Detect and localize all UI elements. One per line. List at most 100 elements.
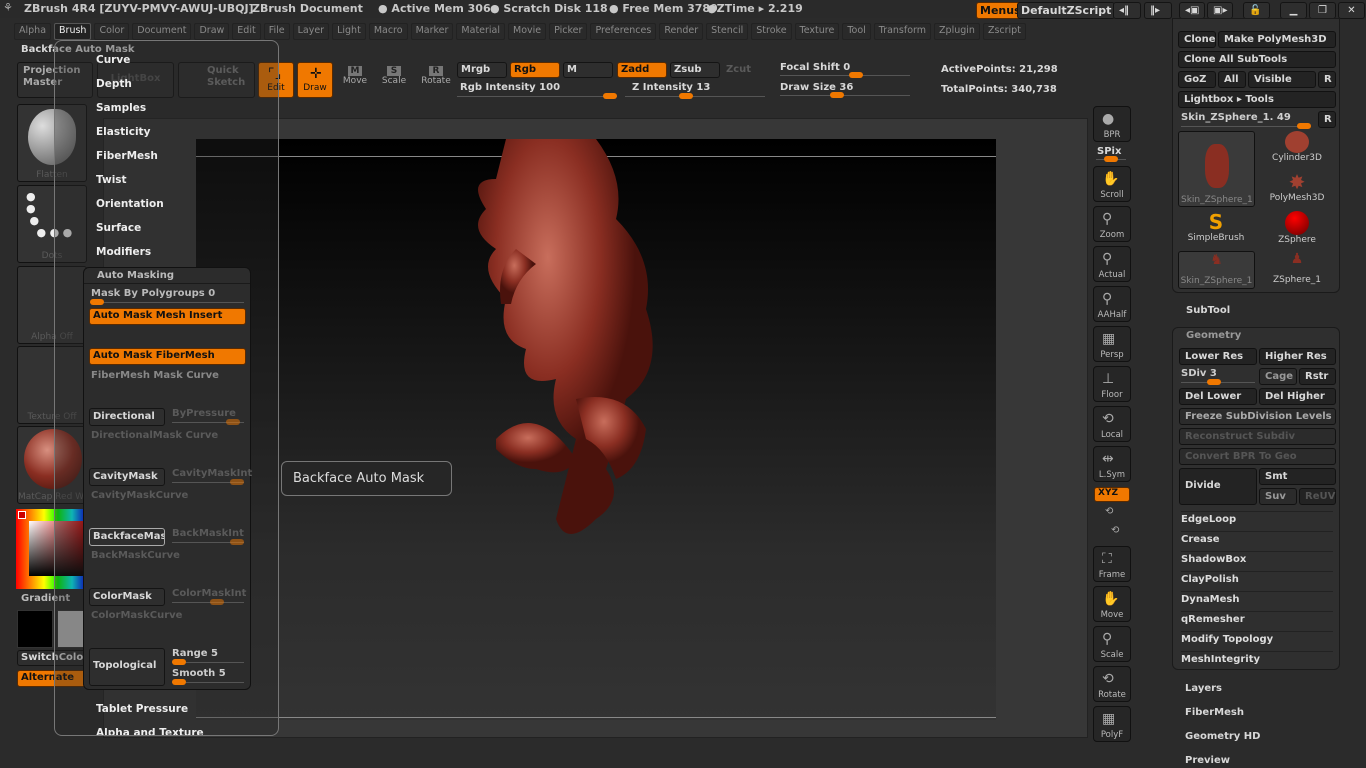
all-button[interactable]: All (1218, 71, 1246, 88)
visible-button[interactable]: Visible (1248, 71, 1316, 88)
slider-knob[interactable] (1207, 379, 1221, 385)
rotate-y-icon[interactable]: ⟲ (1105, 506, 1113, 517)
fibermesh-mask-curve[interactable]: FiberMesh Mask Curve (91, 370, 219, 381)
color-mask-button[interactable]: ColorMask (89, 588, 165, 606)
lock-icon[interactable]: 🔓 (1243, 2, 1270, 19)
slider-knob[interactable] (849, 72, 863, 78)
menu-zscript[interactable]: Zscript (982, 23, 1026, 40)
cavity-mask-button[interactable]: CavityMask (89, 468, 165, 486)
smt-toggle[interactable]: Smt (1259, 468, 1336, 485)
slider-knob[interactable] (1297, 123, 1311, 129)
geometry-section-crease[interactable]: Crease (1181, 531, 1333, 545)
menu-edit[interactable]: Edit (232, 23, 261, 40)
slider-knob[interactable] (90, 299, 104, 305)
rgb-intensity-slider[interactable] (457, 93, 617, 99)
scroll-right-icon[interactable]: ‖▸ (1144, 2, 1172, 19)
r-button[interactable]: R (1318, 71, 1336, 88)
slider-knob[interactable] (830, 92, 844, 98)
menu-preferences[interactable]: Preferences (590, 23, 657, 40)
geometry-section-modify-topology[interactable]: Modify Topology (1181, 631, 1333, 645)
slider-knob[interactable] (679, 93, 694, 99)
slider-knob[interactable] (603, 93, 617, 99)
r-button[interactable]: R (1318, 111, 1336, 128)
auto-mask-mesh-insert-button[interactable]: Auto Mask Mesh Insert (89, 308, 246, 325)
menu-material[interactable]: Material (456, 23, 506, 40)
menu-alpha[interactable]: Alpha (14, 23, 52, 40)
rotate-button[interactable]: ⟲ Rotate (1093, 666, 1131, 702)
scroll-left-icon[interactable]: ◂‖ (1113, 2, 1141, 19)
geometry-section-meshintegrity[interactable]: MeshIntegrity (1181, 651, 1333, 665)
palette-left-icon[interactable]: ◂▣ (1179, 2, 1205, 19)
menu-macro[interactable]: Macro (368, 23, 408, 40)
brush-menu-item-orientation[interactable]: Orientation (96, 198, 164, 210)
section-fibermesh[interactable]: FiberMesh (1185, 707, 1244, 718)
cavity-mask-int-slider[interactable] (172, 479, 244, 485)
document-canvas[interactable] (196, 139, 996, 720)
directional-mask-curve[interactable]: DirectionalMask Curve (91, 430, 218, 441)
sdiv-slider[interactable] (1181, 379, 1255, 385)
geometry-section-shadowbox[interactable]: ShadowBox (1181, 551, 1333, 565)
polyf-button[interactable]: ▦ PolyF (1093, 706, 1131, 742)
bypressure-slider[interactable] (172, 419, 244, 425)
tool-thumb-cylinder3d[interactable]: Cylinder3D (1259, 131, 1335, 169)
topological-button[interactable]: Topological (89, 648, 165, 686)
menu-layer[interactable]: Layer (292, 23, 330, 40)
scroll-button[interactable]: ✋ Scroll (1093, 166, 1131, 202)
menu-render[interactable]: Render (659, 23, 704, 40)
lsym-button[interactable]: ⇹ L.Sym (1093, 446, 1131, 482)
clone-all-subtools-button[interactable]: Clone All SubTools (1178, 51, 1336, 68)
clone-button[interactable]: Clone (1178, 31, 1216, 48)
zcut-button[interactable]: Zcut (726, 64, 751, 75)
default-zscript-button[interactable]: DefaultZScript (1017, 2, 1116, 19)
slider-knob[interactable] (226, 419, 240, 425)
slider-knob[interactable] (230, 539, 244, 545)
brush-menu-item-tablet-pressure[interactable]: Tablet Pressure (96, 703, 188, 715)
del-lower-button[interactable]: Del Lower (1179, 388, 1257, 405)
backmask-curve[interactable]: BackMaskCurve (91, 550, 180, 561)
m-button[interactable]: M (563, 62, 613, 78)
directional-button[interactable]: Directional (89, 408, 165, 426)
menu-movie[interactable]: Movie (508, 23, 547, 40)
smooth-slider[interactable] (172, 679, 244, 685)
focal-shift-slider[interactable] (780, 72, 910, 78)
move-button[interactable]: ✋ Move (1093, 586, 1131, 622)
scale-button[interactable]: ⚲ Scale (1093, 626, 1131, 662)
menu-marker[interactable]: Marker (410, 23, 454, 40)
mrgb-button[interactable]: Mrgb (457, 62, 507, 78)
xyz-toggle[interactable]: XYZ (1094, 487, 1130, 502)
tool-thumb-polymesh3d[interactable]: ✸ PolyMesh3D (1259, 171, 1335, 209)
zsub-button[interactable]: Zsub (670, 62, 720, 78)
freeze-subdivision-button[interactable]: Freeze SubDivision Levels (1179, 408, 1336, 425)
section-preview[interactable]: Preview (1185, 755, 1230, 766)
menu-tool[interactable]: Tool (842, 23, 871, 40)
slider-knob[interactable] (172, 679, 186, 685)
slider-knob[interactable] (210, 599, 224, 605)
zoom-button[interactable]: ⚲ Zoom (1093, 206, 1131, 242)
current-tool-slider[interactable] (1181, 123, 1311, 129)
menu-document[interactable]: Document (132, 23, 192, 40)
brush-menu-item-elasticity[interactable]: Elasticity (96, 126, 150, 138)
menu-file[interactable]: File (263, 23, 290, 40)
menu-light[interactable]: Light (332, 23, 366, 40)
rgb-button[interactable]: Rgb (510, 62, 560, 78)
close-icon[interactable]: ✕ (1338, 2, 1365, 19)
brush-menu-item-curve[interactable]: Curve (96, 54, 130, 66)
frame-button[interactable]: ⛶ Frame (1093, 546, 1131, 582)
convert-bpr-button[interactable]: Convert BPR To Geo (1179, 448, 1336, 465)
cage-button[interactable]: Cage (1259, 368, 1297, 385)
brush-menu-item-depth[interactable]: Depth (96, 78, 132, 90)
brush-menu-item-modifiers[interactable]: Modifiers (96, 246, 151, 258)
tool-thumb-zsphere[interactable]: ZSphere (1259, 211, 1335, 249)
geometry-title[interactable]: Geometry (1186, 330, 1241, 341)
menu-zplugin[interactable]: Zplugin (934, 23, 980, 40)
brush-menu-item-twist[interactable]: Twist (96, 174, 127, 186)
backface-mask-button[interactable]: BackfaceMask (89, 528, 165, 546)
palette-right-icon[interactable]: ▣▸ (1207, 2, 1233, 19)
tool-thumb-simplebrush[interactable]: S SimpleBrush (1178, 211, 1254, 249)
mask-by-polygroups-slider[interactable] (90, 299, 244, 305)
menu-draw[interactable]: Draw (194, 23, 230, 40)
menu-transform[interactable]: Transform (873, 23, 932, 40)
goz-button[interactable]: GoZ (1178, 71, 1216, 88)
brush-menu-item-alpha-and-texture[interactable]: Alpha and Texture (96, 727, 204, 735)
actual-button[interactable]: ⚲ Actual (1093, 246, 1131, 282)
